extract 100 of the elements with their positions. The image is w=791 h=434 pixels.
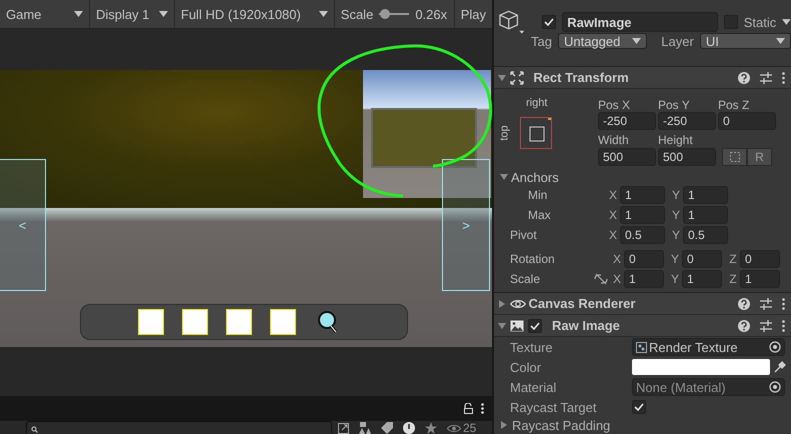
scale-reading: 0.26x xyxy=(415,6,448,22)
number-field[interactable]: 0 xyxy=(682,250,722,268)
number-field[interactable]: 0 xyxy=(740,250,780,268)
checkmark-icon xyxy=(530,322,540,330)
number-field[interactable]: -250 xyxy=(598,112,656,130)
external-window-icon[interactable] xyxy=(338,422,349,434)
scale-slider[interactable] xyxy=(379,9,410,19)
search-icon xyxy=(31,426,38,432)
caret-icon xyxy=(158,11,168,17)
caret-icon xyxy=(782,19,791,25)
more-options-icon[interactable] xyxy=(782,298,785,310)
component-header[interactable]: Raw Image xyxy=(494,315,791,337)
object-field[interactable]: Render Texture xyxy=(632,338,785,356)
tag-dropdown[interactable]: Untagged xyxy=(558,33,648,49)
dashed-square-icon xyxy=(730,152,740,162)
sliders-icon[interactable] xyxy=(760,72,772,84)
axis-label: X xyxy=(612,252,622,266)
axis-label: Y xyxy=(670,272,680,286)
scale-label: Scale xyxy=(340,6,374,22)
raycast-target-checkbox[interactable] xyxy=(632,400,646,414)
sliders-icon[interactable] xyxy=(760,298,772,310)
blueprint-mode-button[interactable] xyxy=(722,148,747,166)
enabled-checkbox[interactable] xyxy=(528,318,542,332)
object-field[interactable]: None (Material) xyxy=(632,378,785,396)
number-field[interactable]: 0 xyxy=(718,112,776,130)
checkmark-icon xyxy=(544,18,554,26)
number-field[interactable]: 1 xyxy=(740,270,780,288)
component-header[interactable]: Canvas Renderer xyxy=(494,293,791,315)
render-texture-icon xyxy=(636,342,647,352)
visible-count: 25 xyxy=(463,421,476,434)
magnifier-icon[interactable] xyxy=(317,310,339,334)
property-label: Raycast Padding xyxy=(512,418,610,432)
shapes-icon[interactable] xyxy=(359,422,371,434)
help-icon[interactable] xyxy=(738,72,750,84)
number-field[interactable]: 0.5 xyxy=(620,226,665,244)
eye-icon xyxy=(447,424,461,432)
expanded-arrow-icon[interactable] xyxy=(500,173,508,181)
next-button[interactable]: > xyxy=(442,159,490,291)
object-picker-icon[interactable] xyxy=(769,381,781,393)
axis-label: Y xyxy=(671,228,681,242)
expanded-arrow-icon[interactable] xyxy=(498,322,506,330)
sliders-icon[interactable] xyxy=(760,320,772,332)
unlinked-chain-icon[interactable] xyxy=(594,273,608,285)
star-icon[interactable] xyxy=(425,422,437,434)
axis-label: Y xyxy=(670,252,680,266)
axis-label: Y xyxy=(671,188,681,202)
more-options-icon[interactable] xyxy=(782,72,785,84)
property-label: Min xyxy=(527,188,548,202)
axis-label: X xyxy=(612,272,622,286)
image-icon xyxy=(510,320,524,332)
collapsed-arrow-icon[interactable] xyxy=(498,300,506,308)
field-label: Pos X xyxy=(598,98,632,112)
component-header[interactable]: Rect Transform xyxy=(494,67,791,89)
padlock-icon[interactable] xyxy=(464,403,473,414)
field-label: Pos Z xyxy=(718,98,750,112)
slider-thumb[interactable] xyxy=(380,9,390,19)
number-field[interactable]: 1 xyxy=(624,270,664,288)
anchor-horizontal-label: right xyxy=(526,97,548,109)
more-options-icon[interactable] xyxy=(481,403,484,414)
number-field[interactable]: 1 xyxy=(620,186,665,204)
cube-icon xyxy=(499,9,524,35)
collapsed-arrow-icon[interactable] xyxy=(500,421,508,429)
static-label: Static xyxy=(744,14,776,30)
anchors-label: Anchors xyxy=(511,170,559,184)
object-picker-icon[interactable] xyxy=(769,341,781,353)
checkmark-icon xyxy=(634,403,644,411)
field-label: Height xyxy=(658,133,694,148)
warning-icon[interactable] xyxy=(403,422,415,434)
help-icon[interactable] xyxy=(738,320,750,332)
more-options-icon[interactable] xyxy=(782,320,785,332)
property-label: Texture xyxy=(509,340,554,354)
axis-label: Z xyxy=(728,252,738,266)
color-swatch[interactable] xyxy=(632,359,770,375)
name-field[interactable]: RawImage xyxy=(562,12,718,32)
anchor-vertical-label: top xyxy=(498,125,511,141)
caret-icon xyxy=(776,38,785,44)
number-field[interactable]: 1 xyxy=(620,206,665,224)
help-icon[interactable] xyxy=(738,298,750,310)
number-field[interactable]: -250 xyxy=(658,112,716,130)
layer-dropdown[interactable]: UI xyxy=(700,33,791,49)
number-field[interactable]: 0 xyxy=(624,250,664,268)
number-field[interactable]: 0.5 xyxy=(683,226,728,244)
component-title: Canvas Renderer xyxy=(528,296,636,311)
number-field[interactable]: 500 xyxy=(658,148,716,166)
previous-button[interactable]: < xyxy=(0,159,46,291)
number-field[interactable]: 1 xyxy=(683,206,728,224)
component-title: Raw Image xyxy=(552,318,620,333)
expanded-arrow-icon[interactable] xyxy=(498,74,506,82)
eyedropper-icon[interactable] xyxy=(774,361,786,373)
search-field[interactable] xyxy=(26,421,332,434)
rect-transform-icon xyxy=(510,70,524,84)
property-label: Raycast Target xyxy=(509,400,598,414)
number-field[interactable]: 500 xyxy=(598,148,656,166)
number-field[interactable]: 1 xyxy=(682,270,722,288)
anchor-preset-button[interactable] xyxy=(520,117,552,149)
property-label: Scale xyxy=(509,272,542,286)
number-field[interactable]: 1 xyxy=(683,186,728,204)
eye-icon xyxy=(510,298,526,308)
axis-label: X xyxy=(608,208,618,222)
active-checkbox[interactable] xyxy=(542,15,556,29)
